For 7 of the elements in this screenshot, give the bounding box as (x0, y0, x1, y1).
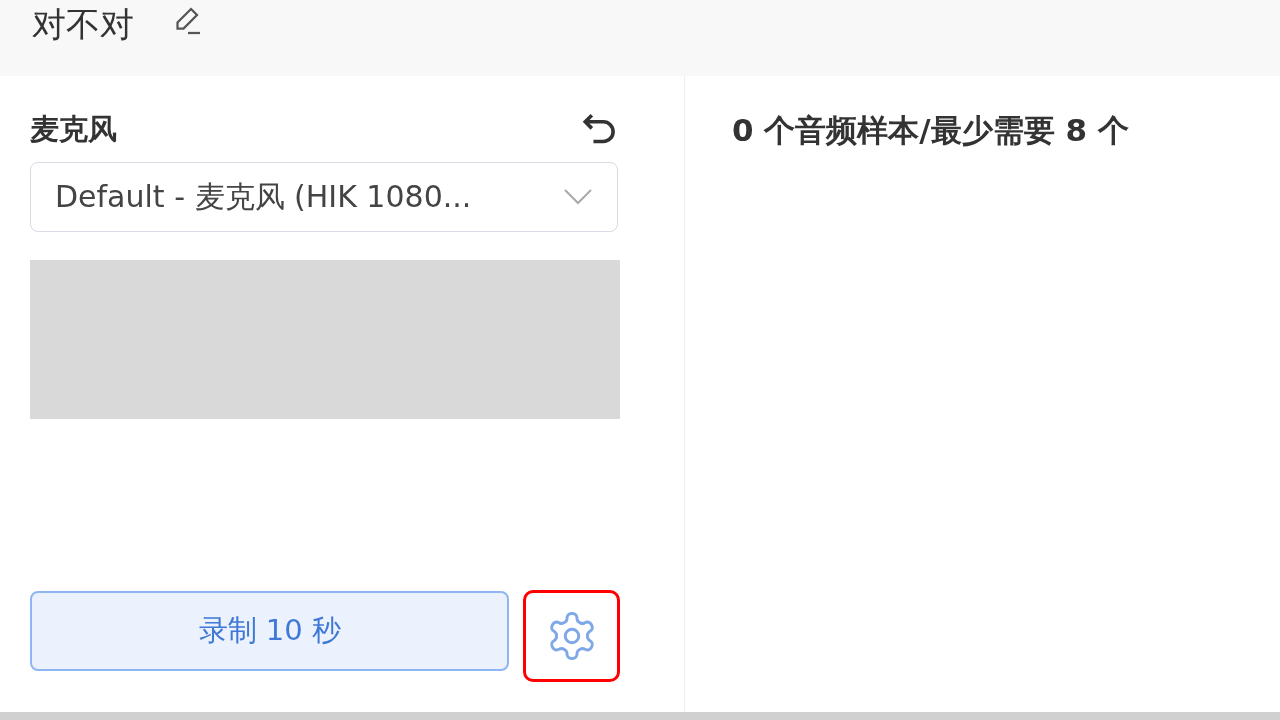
settings-button[interactable] (523, 590, 620, 682)
microphone-select[interactable]: Default - 麦克风 (HIK 1080... (30, 162, 618, 232)
project-title: 对不对 (32, 7, 134, 41)
sample-count: 0 个音频样本/最少需要 8 个 (732, 112, 1129, 148)
record-button[interactable]: 录制 10 秒 (30, 591, 510, 671)
chevron-down-icon (563, 188, 593, 206)
microphone-label: 麦克风 (30, 111, 117, 148)
